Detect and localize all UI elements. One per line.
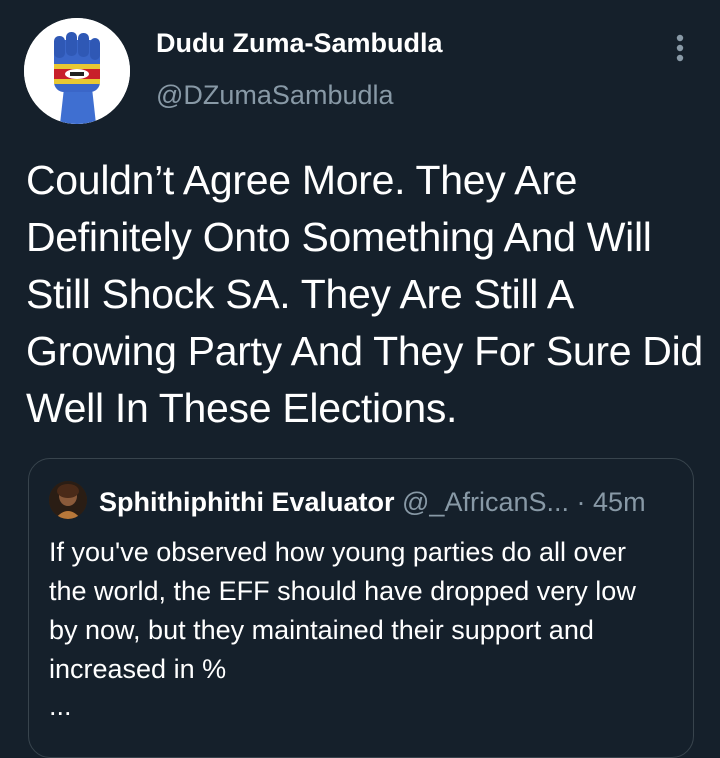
quoted-truncation-ellipsis: ... bbox=[49, 691, 72, 721]
author-display-name[interactable]: Dudu Zuma-Sambudla bbox=[156, 28, 443, 59]
quoted-timestamp[interactable]: 45m bbox=[593, 487, 646, 517]
raised-fist-flag-icon bbox=[24, 18, 130, 124]
quoted-text: If you've observed how young parties do … bbox=[49, 537, 636, 684]
tweet[interactable]: Dudu Zuma-Sambudla @DZumaSambudla Couldn… bbox=[0, 0, 720, 758]
quoted-tweet[interactable]: Sphithiphithi Evaluator @_AfricanS... · … bbox=[28, 458, 694, 758]
author-handle[interactable]: @DZumaSambudla bbox=[156, 80, 394, 111]
quoted-author-avatar[interactable] bbox=[49, 481, 87, 519]
dot-separator: · bbox=[576, 487, 586, 517]
vertical-ellipsis-icon bbox=[676, 34, 684, 62]
quoted-handle[interactable]: @_AfricanS... bbox=[402, 487, 569, 517]
quoted-display-name[interactable]: Sphithiphithi Evaluator bbox=[99, 487, 395, 517]
author-avatar[interactable] bbox=[24, 18, 130, 124]
portrait-icon bbox=[49, 481, 87, 519]
more-options-button[interactable] bbox=[664, 28, 696, 68]
tweet-text: Couldn’t Agree More. They Are Definitely… bbox=[26, 157, 703, 431]
quoted-header: Sphithiphithi Evaluator @_AfricanS... · … bbox=[99, 483, 646, 521]
